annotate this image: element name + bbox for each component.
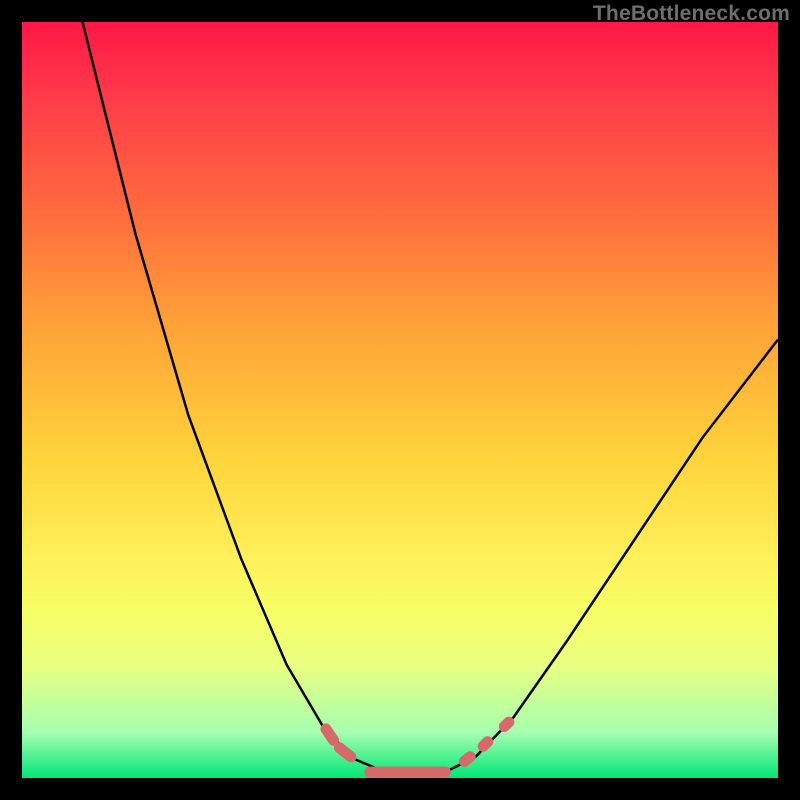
salmon-marker bbox=[483, 742, 488, 747]
watermark-label: TheBottleneck.com bbox=[593, 2, 790, 26]
black-curve bbox=[83, 22, 779, 774]
salmon-marker bbox=[326, 729, 334, 740]
chart-frame: TheBottleneck.com bbox=[0, 0, 800, 800]
salmon-markers-group bbox=[326, 722, 509, 772]
salmon-marker bbox=[504, 722, 509, 727]
salmon-marker bbox=[464, 757, 470, 762]
chart-svg bbox=[22, 22, 778, 778]
salmon-marker bbox=[340, 748, 351, 757]
